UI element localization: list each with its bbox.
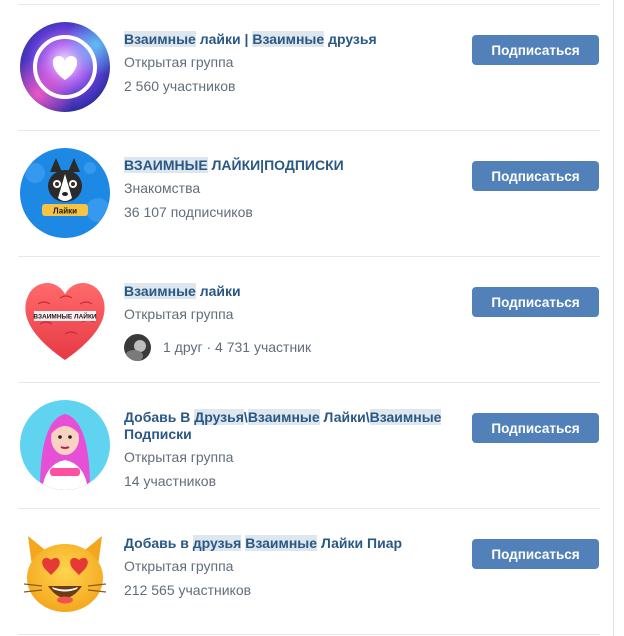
title-text: лайки [195, 283, 241, 299]
husky-dog-logo-icon: Лайки [20, 148, 110, 238]
title-text: Подписки [124, 426, 192, 442]
member-count: 14 участников [124, 473, 217, 489]
title-text: Лайки\ [319, 409, 370, 425]
svg-text:Лайки: Лайки [53, 207, 77, 216]
title-text: Добавь В [124, 409, 195, 425]
friends-and-members: 1 друг · 4 731 участник [163, 339, 312, 355]
member-count: 2 560 участников [124, 78, 236, 94]
group-item: Добавь В Друзья\Взаимные Лайки\Взаимные … [0, 383, 612, 509]
group-type: Открытая группа [124, 306, 234, 322]
scroll-edge [613, 0, 614, 636]
group-type: Открытая группа [124, 449, 234, 465]
group-title[interactable]: Добавь в друзья Взаимные Лайки Пиар [124, 535, 454, 552]
puzzle-heart-logo-icon: ВЗАИМНЫЕ ЛАЙКИ [25, 282, 105, 360]
title-highlight: Взаимные [245, 535, 318, 551]
group-title[interactable]: Взаимные лайки | Взаимные друзья [124, 31, 454, 48]
divider [18, 634, 600, 635]
group-item: Добавь в друзья Взаимные Лайки Пиар Откр… [0, 509, 612, 635]
group-avatar[interactable]: ВЗАИМНЫЕ ЛАЙКИ [20, 274, 110, 364]
group-search-results: Взаимные лайки | Взаимные друзья Открыта… [0, 0, 612, 636]
group-item: Лайки ВЗАИМНЫЕ ЛАЙКИ|ПОДПИСКИ Знакомства… [0, 131, 612, 257]
svg-text:ВЗАИМНЫЕ ЛАЙКИ: ВЗАИМНЫЕ ЛАЙКИ [33, 312, 97, 321]
group-item: ВЗАИМНЫЕ ЛАЙКИ Взаимные лайки Открытая г… [0, 257, 612, 383]
title-text: Добавь в [124, 535, 193, 551]
title-highlight: Взаимные [252, 31, 325, 47]
title-text: друзья [324, 31, 377, 47]
title-text: Лайки Пиар [317, 535, 403, 551]
group-type: Открытая группа [124, 558, 234, 574]
group-avatar[interactable] [20, 22, 110, 112]
group-title[interactable]: ВЗАИМНЫЕ ЛАЙКИ|ПОДПИСКИ [124, 157, 454, 174]
group-item: Взаимные лайки | Взаимные друзья Открыта… [0, 5, 612, 131]
subscribe-button[interactable]: Подписаться [472, 161, 599, 191]
group-title[interactable]: Взаимные лайки [124, 283, 454, 300]
title-highlight: Взаимные [124, 283, 196, 299]
title-highlight: Друзья [194, 409, 244, 425]
title-highlight: Взаимные [369, 409, 442, 425]
title-highlight: друзья [192, 535, 242, 551]
subscribe-button[interactable]: Подписаться [472, 539, 599, 569]
subscribe-button[interactable]: Подписаться [472, 413, 599, 443]
title-highlight: ВЗАИМНЫЕ [124, 157, 208, 173]
subscribe-button[interactable]: Подписаться [472, 35, 599, 65]
heart-eyes-cat-emoji-icon [23, 536, 107, 612]
member-count: 212 565 участников [124, 582, 252, 598]
group-avatar[interactable]: Лайки [20, 148, 110, 238]
group-title[interactable]: Добавь В Друзья\Взаимные Лайки\Взаимные … [124, 409, 454, 443]
glowing-heart-logo-icon [20, 22, 110, 112]
group-category: Знакомства [124, 180, 201, 196]
friend-avatar[interactable] [124, 334, 151, 361]
title-text: ЛАЙКИ|ПОДПИСКИ [207, 157, 344, 173]
title-highlight: Взаимные [247, 409, 320, 425]
subscriber-count: 36 107 подписчиков [124, 204, 253, 220]
title-highlight: Взаимные [124, 31, 196, 47]
title-text: лайки | [195, 31, 253, 47]
subscribe-button[interactable]: Подписаться [472, 287, 599, 317]
friend-photo-icon [124, 334, 151, 361]
pink-hair-girl-logo-icon [20, 400, 110, 490]
group-type: Открытая группа [124, 54, 234, 70]
group-avatar[interactable] [20, 526, 110, 616]
group-avatar[interactable] [20, 400, 110, 490]
